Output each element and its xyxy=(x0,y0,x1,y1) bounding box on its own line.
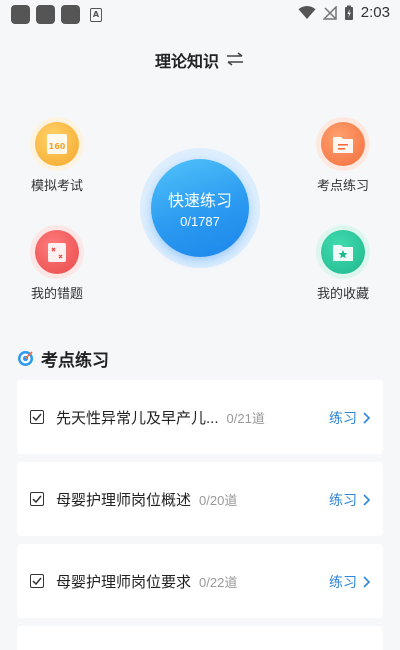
item-count: 0/20道 xyxy=(199,492,238,508)
header: 理论知识 xyxy=(0,44,400,76)
list-item-partial[interactable] xyxy=(17,626,383,650)
notification-icon xyxy=(11,5,30,24)
page-title: 理论知识 xyxy=(154,54,219,71)
quick-entry-panel: 160 模拟考试 考点练习 我的错题 我的收藏 快速练习 0/1787 xyxy=(0,110,400,320)
quick-practice-button[interactable]: 快速练习 0/1787 xyxy=(140,148,260,268)
quick-practice-label: 快速练习 xyxy=(167,193,232,210)
list-item[interactable]: 母婴护理师岗位要求 0/22道 练习 xyxy=(17,544,383,618)
swap-icon[interactable] xyxy=(225,51,245,70)
svg-text:160: 160 xyxy=(49,142,66,151)
notification-icon xyxy=(61,5,80,24)
practice-button[interactable]: 练习 xyxy=(329,490,370,510)
star-folder-icon xyxy=(321,230,365,274)
mock-exam-button[interactable]: 160 模拟考试 xyxy=(12,122,102,194)
chevron-right-icon xyxy=(363,412,370,424)
battery-icon xyxy=(344,5,353,20)
calendar-icon: 160 xyxy=(35,122,79,166)
folder-icon xyxy=(321,122,365,166)
clock: 2:03 xyxy=(360,4,390,21)
notification-icons: A xyxy=(11,5,102,24)
checkbox-icon xyxy=(30,410,44,424)
item-count: 0/22道 xyxy=(199,574,238,590)
section-title: 考点练习 xyxy=(41,351,109,370)
list-item[interactable]: 母婴护理师岗位概述 0/20道 练习 xyxy=(17,462,383,536)
no-signal-icon xyxy=(322,5,337,20)
checkbox-icon xyxy=(30,492,44,506)
status-bar: A 2:03 xyxy=(0,0,400,28)
checkbox-icon xyxy=(30,574,44,588)
item-name: 先天性异常儿及早产儿... xyxy=(56,409,219,427)
favorites-button[interactable]: 我的收藏 xyxy=(298,230,388,302)
section-header: 考点练习 xyxy=(17,346,109,371)
wrong-questions-button[interactable]: 我的错题 xyxy=(12,230,102,302)
target-icon xyxy=(18,351,33,366)
notification-icon xyxy=(36,5,55,24)
item-count: 0/21道 xyxy=(226,410,265,426)
item-name: 母婴护理师岗位要求 xyxy=(56,573,192,591)
quick-practice-progress: 0/1787 xyxy=(180,214,220,229)
chevron-right-icon xyxy=(363,576,370,588)
practice-button[interactable]: 练习 xyxy=(329,408,370,428)
practice-button[interactable]: 练习 xyxy=(329,572,370,592)
wifi-icon xyxy=(298,5,316,19)
list-item[interactable]: 先天性异常儿及早产儿... 0/21道 练习 xyxy=(17,380,383,454)
chevron-right-icon xyxy=(363,494,370,506)
wrong-list-icon xyxy=(35,230,79,274)
point-practice-button[interactable]: 考点练习 xyxy=(298,122,388,194)
item-name: 母婴护理师岗位概述 xyxy=(56,491,192,509)
keyboard-icon: A xyxy=(90,7,102,22)
